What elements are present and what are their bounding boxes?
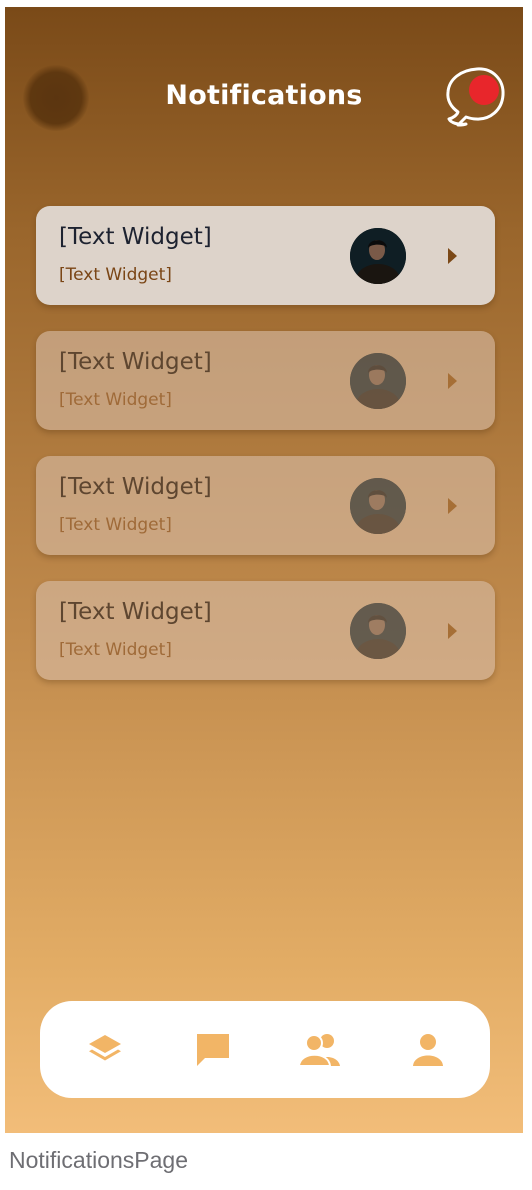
notification-avatar: [350, 228, 406, 284]
notification-avatar: [350, 603, 406, 659]
notification-card[interactable]: [Text Widget] [Text Widget]: [36, 206, 495, 305]
notification-subtitle: [Text Widget]: [59, 265, 172, 285]
chevron-right-icon[interactable]: [448, 623, 457, 639]
notification-subtitle: [Text Widget]: [59, 390, 172, 410]
chevron-right-icon[interactable]: [448, 373, 457, 389]
notification-card[interactable]: [Text Widget] [Text Widget]: [36, 456, 495, 555]
chat-notification-button[interactable]: [441, 63, 511, 133]
notification-title: [Text Widget]: [59, 474, 212, 500]
chat-icon: [197, 1033, 229, 1066]
nav-item-friends[interactable]: [265, 1001, 375, 1098]
person-icon: [413, 1033, 443, 1066]
nav-item-layers[interactable]: [50, 1001, 160, 1098]
notification-avatar: [350, 478, 406, 534]
notification-title: [Text Widget]: [59, 224, 212, 250]
chat-bubble-alert-icon: [446, 67, 505, 127]
layers-icon: [89, 1034, 121, 1060]
notification-subtitle: [Text Widget]: [59, 640, 172, 660]
notifications-screen: Notifications [Text Widget] [Text Widget…: [5, 7, 523, 1133]
notification-card[interactable]: [Text Widget] [Text Widget]: [36, 331, 495, 430]
notification-list: [Text Widget] [Text Widget] [Text Widget…: [36, 206, 495, 706]
notification-subtitle: [Text Widget]: [59, 515, 172, 535]
chevron-right-icon[interactable]: [448, 498, 457, 514]
nav-item-profile[interactable]: [373, 1001, 483, 1098]
group-icon: [298, 1033, 340, 1067]
notification-title: [Text Widget]: [59, 599, 212, 625]
page-caption: NotificationsPage: [9, 1147, 188, 1173]
chevron-right-icon[interactable]: [448, 248, 457, 264]
notification-title: [Text Widget]: [59, 349, 212, 375]
nav-item-chat[interactable]: [158, 1001, 268, 1098]
notification-avatar: [350, 353, 406, 409]
bottom-navigation-bar: [40, 1001, 490, 1098]
notification-card[interactable]: [Text Widget] [Text Widget]: [36, 581, 495, 680]
